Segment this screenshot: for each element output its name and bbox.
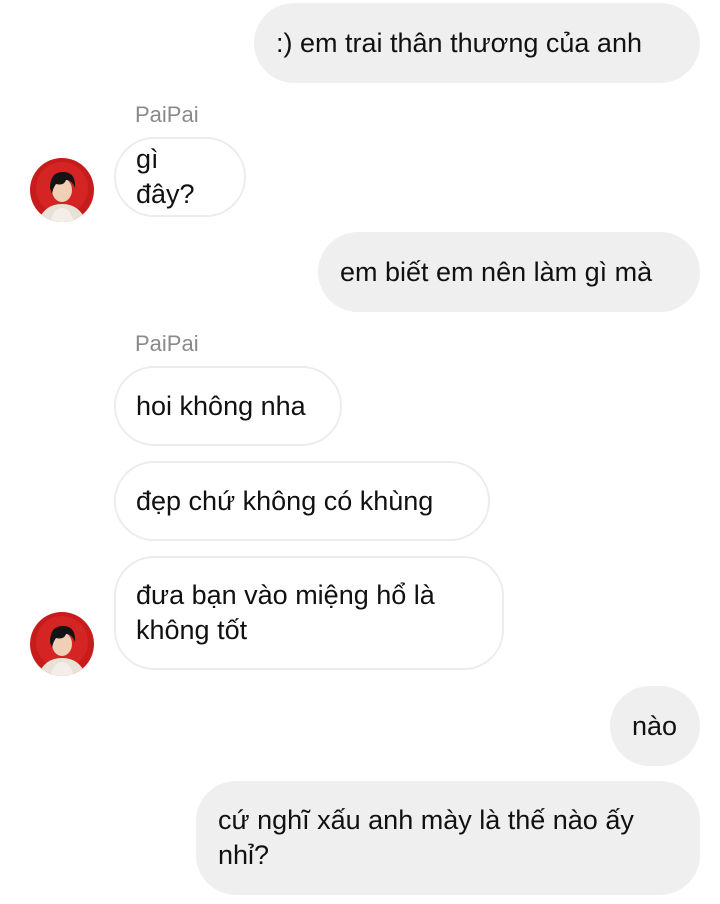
contact-avatar[interactable] [30, 158, 94, 222]
contact-avatar[interactable] [30, 612, 94, 676]
outgoing-message[interactable]: cứ nghĩ xấu anh mày là thế nào ấy nhỉ? [196, 781, 700, 895]
incoming-message[interactable]: đưa bạn vào miệng hổ là không tốt [114, 556, 504, 670]
sender-name-label: PaiPai [135, 102, 199, 127]
incoming-message[interactable]: gì đây? [114, 137, 246, 217]
outgoing-message[interactable]: em biết em nên làm gì mà [318, 232, 700, 312]
incoming-message[interactable]: hoi không nha [114, 366, 342, 446]
outgoing-message[interactable]: :) em trai thân thương của anh [254, 3, 700, 83]
incoming-message[interactable]: đẹp chứ không có khùng [114, 461, 490, 541]
profile-photo-icon [30, 612, 94, 676]
profile-photo-icon [30, 158, 94, 222]
outgoing-message[interactable]: nào [610, 686, 700, 766]
sender-name-label: PaiPai [135, 331, 199, 356]
